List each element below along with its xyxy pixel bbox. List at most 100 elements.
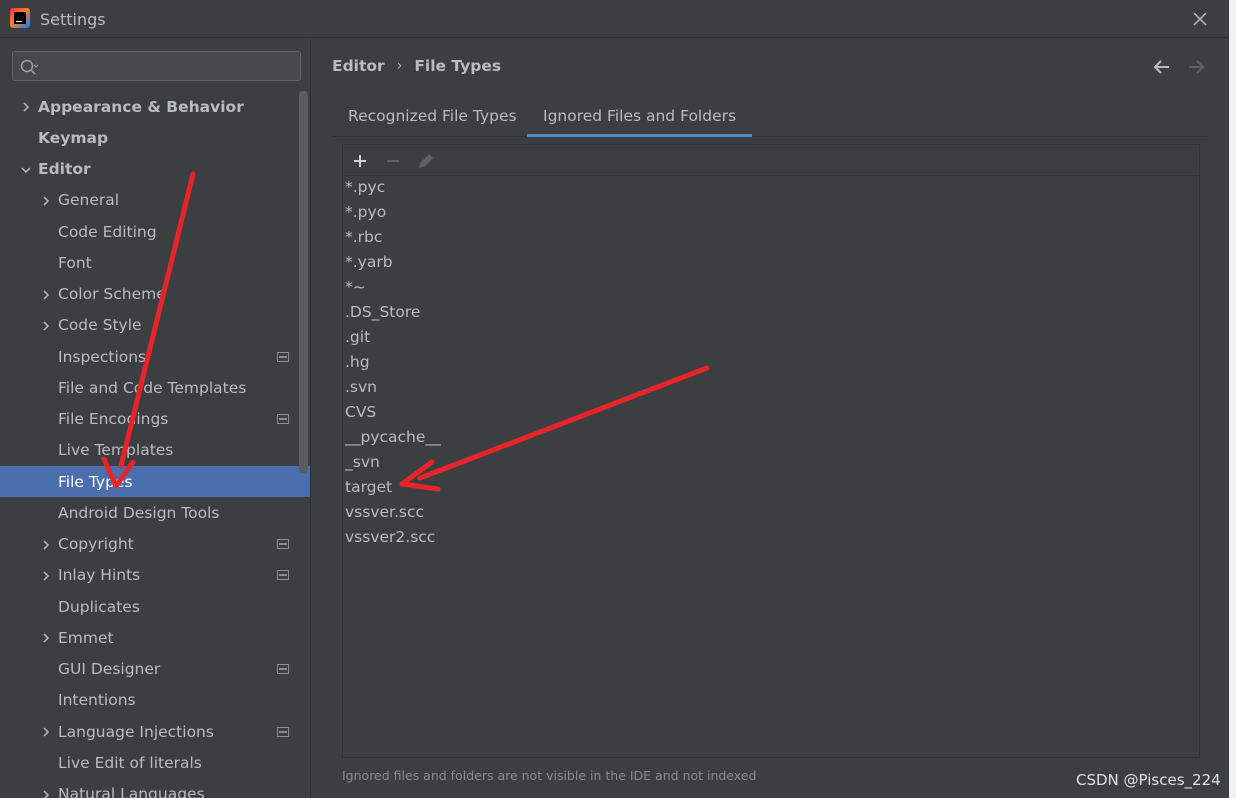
list-item[interactable]: *~ [345,278,366,302]
sidebar-item-label: File and Code Templates [58,378,247,397]
tab-ignored-files-and-folders[interactable]: Ignored Files and Folders [527,99,753,137]
forward-button[interactable] [1186,57,1206,77]
chevron-right-icon[interactable] [40,570,52,582]
sidebar-item-editor[interactable]: Editor [0,154,310,185]
sidebar-item-language-injections[interactable]: Language Injections [0,716,310,747]
project-level-icon [277,414,289,424]
list-item[interactable]: .git [345,328,370,352]
sidebar-item-file-types[interactable]: File Types [0,466,310,497]
sidebar-item-general[interactable]: General [0,185,310,216]
sidebar-item-file-and-code-templates[interactable]: File and Code Templates [0,372,310,403]
chevron-right-icon[interactable] [40,289,52,301]
list-item[interactable]: CVS [345,403,376,427]
search-input[interactable] [45,56,295,76]
chevron-right-icon[interactable] [20,101,32,113]
sidebar-item-label: Font [58,253,92,272]
list-item[interactable]: .DS_Store [345,303,420,327]
breadcrumb-separator: › [396,58,403,74]
list-item[interactable]: *.rbc [345,228,382,252]
sidebar-item-label: Inspections [58,347,147,366]
app-logo [10,8,30,28]
project-level-icon [277,570,289,581]
sidebar-item-label: Color Scheme [58,285,166,303]
sidebar-item-label: Inlay Hints [58,566,141,585]
sidebar-item-label: Natural Languages [58,785,205,798]
sidebar-item-code-style[interactable]: Code Style [0,310,310,341]
sidebar-scrollbar[interactable] [299,91,308,473]
sidebar-item-label: Emmet [58,628,114,647]
project-level-icon [277,351,289,362]
sidebar-item-label: Keymap [38,128,109,147]
sidebar-item-appearance-behavior[interactable]: Appearance & Behavior [0,91,310,122]
sidebar-item-intentions[interactable]: Intentions [0,685,310,716]
sidebar-item-label: Editor [38,160,91,178]
pencil-icon [418,153,434,169]
sidebar-item-label: Appearance & Behavior [38,97,244,116]
sidebar-item-code-editing[interactable]: Code Editing [0,216,310,247]
sidebar-item-label: File Types [58,472,133,491]
list-item[interactable]: .hg [345,353,370,377]
settings-content: Editor › File Types Recognized File Type… [312,39,1229,798]
sidebar-item-label: Android Design Tools [58,503,220,522]
sidebar-item-label: File Encodings [58,410,169,428]
sidebar-item-duplicates[interactable]: Duplicates [0,591,310,622]
sidebar-item-android-design-tools[interactable]: Android Design Tools [0,497,310,528]
project-level-icon [277,726,289,737]
sidebar-item-label: Code Style [58,316,142,335]
chevron-right-icon[interactable] [40,632,52,644]
tab-bar: Recognized File Types Ignored Files and … [332,99,1208,137]
chevron-right-icon[interactable] [40,320,52,332]
sidebar-item-file-encodings[interactable]: File Encodings [0,404,310,435]
sidebar-item-label: Live Templates [58,441,174,460]
sidebar-item-font[interactable]: Font [0,247,310,278]
sidebar-item-natural-languages[interactable]: Natural Languages [0,779,310,798]
tab-recognized-file-types[interactable]: Recognized File Types [348,99,517,137]
back-button[interactable] [1152,57,1172,77]
breadcrumb-current: File Types [414,57,502,75]
sidebar-item-color-scheme[interactable]: Color Scheme [0,279,310,310]
list-item[interactable]: __pycache__ [345,428,441,452]
sidebar-item-inspections[interactable]: Inspections [0,341,310,372]
edit-button[interactable] [416,151,436,171]
chevron-right-icon[interactable] [40,539,52,551]
list-item[interactable]: *.pyo [345,203,386,227]
sidebar-item-label: Duplicates [58,597,140,616]
sidebar-item-copyright[interactable]: Copyright [0,529,310,560]
sidebar-item-inlay-hints[interactable]: Inlay Hints [0,560,310,591]
search-box[interactable] [12,51,301,81]
list-item[interactable]: vssver.scc [345,503,424,527]
add-button[interactable] [350,151,370,171]
sidebar-item-label: Intentions [58,691,136,710]
arrow-right-icon [1189,60,1205,74]
sidebar-item-gui-designer[interactable]: GUI Designer [0,654,310,685]
chevron-right-icon[interactable] [40,789,52,798]
sidebar-item-label: GUI Designer [58,660,161,678]
list-item[interactable]: .svn [345,378,377,402]
sidebar-item-live-templates[interactable]: Live Templates [0,435,310,466]
list-toolbar [343,145,1199,176]
list-item[interactable]: _svn [345,453,380,477]
sidebar-item-emmet[interactable]: Emmet [0,622,310,653]
window-title: Settings [40,10,106,29]
close-icon [1193,12,1207,26]
chevron-right-icon[interactable] [40,726,52,738]
sidebar-item-live-edit-of-literals[interactable]: Live Edit of literals [0,747,310,778]
watermark: CSDN @Pisces_224 [1076,771,1221,789]
chevron-down-icon[interactable] [20,164,32,176]
sidebar-item-keymap[interactable]: Keymap [0,122,310,153]
sidebar-item-label: General [58,191,120,210]
arrow-left-icon [1153,60,1169,74]
list-item[interactable]: *.pyc [345,178,385,202]
sidebar-item-label: Code Editing [58,222,157,241]
remove-button[interactable] [383,151,403,171]
list-item[interactable]: target [345,478,392,502]
search-icon [20,59,39,75]
sidebar-item-label: Live Edit of literals [58,753,202,772]
list-item[interactable]: *.yarb [345,253,393,277]
chevron-right-icon[interactable] [40,195,52,207]
list-item[interactable]: vssver2.scc [345,528,435,552]
breadcrumb-parent[interactable]: Editor [332,57,385,75]
close-button[interactable] [1190,9,1210,29]
project-level-icon [277,539,289,549]
settings-sidebar: Appearance & Behavior Keymap Editor General… [0,39,311,798]
